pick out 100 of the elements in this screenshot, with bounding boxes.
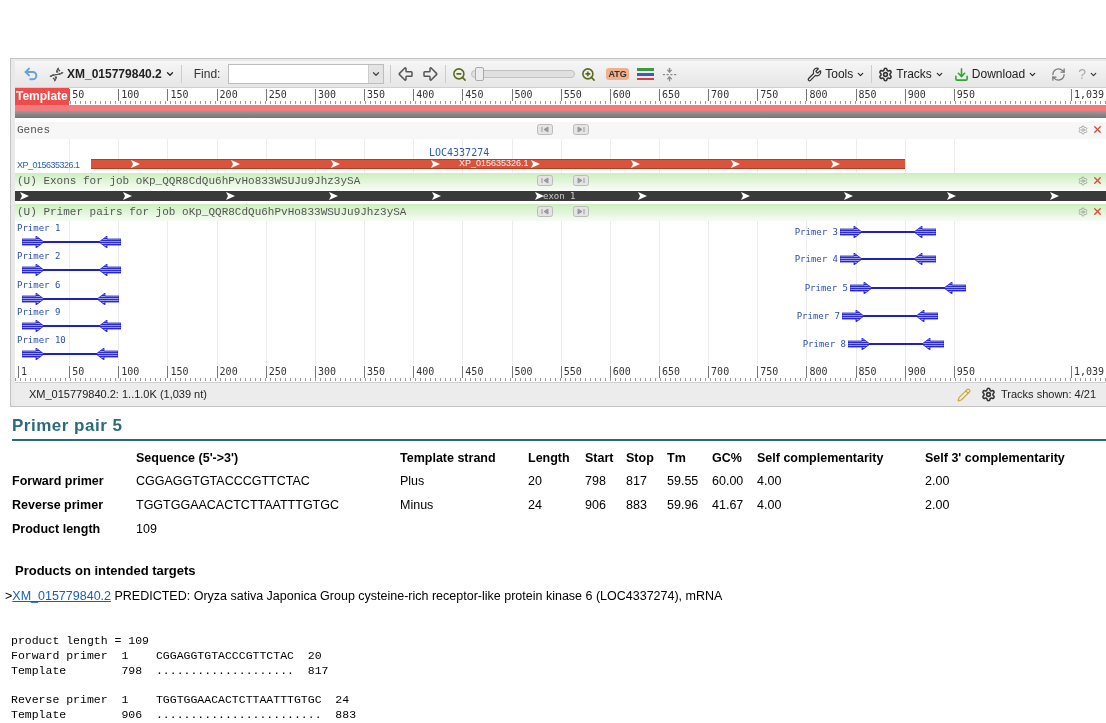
ruler-label: 750 xyxy=(757,366,779,378)
previous-feature-icon[interactable] xyxy=(537,175,553,186)
zoom-out-icon[interactable] xyxy=(452,66,468,82)
ruler-label: 200 xyxy=(216,89,238,101)
primer-pair-glyph[interactable] xyxy=(22,348,118,360)
caret-icon xyxy=(164,69,175,79)
ruler-label: 650 xyxy=(658,89,680,101)
slider-thumb[interactable] xyxy=(475,67,485,81)
table-cell: 59.96 xyxy=(667,497,699,512)
previous-feature-icon[interactable] xyxy=(537,206,553,217)
row-header: Product length xyxy=(12,521,101,536)
sequence-icon[interactable]: ATG xyxy=(606,68,629,80)
primer-pair-glyph[interactable] xyxy=(22,264,121,276)
accession-link[interactable]: XM_015779840.2 xyxy=(12,588,111,603)
primer-pair-glyph[interactable] xyxy=(22,320,121,332)
protein-label[interactable]: XP_015635326.1 xyxy=(17,159,80,173)
ruler-label: 650 xyxy=(658,366,680,378)
wrench-icon xyxy=(807,66,823,82)
ruler-label: 1,039 xyxy=(1070,89,1104,101)
ruler-label: 400 xyxy=(413,366,435,378)
find-field[interactable] xyxy=(228,64,385,84)
alignment-line: product length = 109 xyxy=(11,633,151,649)
ruler-label: 350 xyxy=(364,366,386,378)
primer-label[interactable]: Primer 5 xyxy=(804,282,848,294)
forward-arrow-icon[interactable] xyxy=(421,65,440,83)
gear-icon[interactable] xyxy=(981,387,997,402)
next-feature-icon[interactable] xyxy=(573,206,589,217)
ruler-label: 300 xyxy=(314,366,336,378)
primer-label[interactable]: Primer 4 xyxy=(794,253,838,265)
dropdown-caret-icon[interactable] xyxy=(371,69,382,79)
find-label: Find: xyxy=(193,66,221,83)
next-feature-icon[interactable] xyxy=(573,175,589,186)
column-header: GC% xyxy=(712,450,742,465)
column-header: Self 3' complementarity xyxy=(925,450,1065,465)
table-cell: 906 xyxy=(585,497,606,512)
primer-label[interactable]: Primer 6 xyxy=(17,280,119,291)
ruler-label: 500 xyxy=(511,366,533,378)
close-icon[interactable] xyxy=(1092,124,1103,135)
ruler-label: 1 xyxy=(18,366,28,378)
primer-pair-glyph[interactable] xyxy=(840,253,936,265)
primer-pair-glyph[interactable] xyxy=(840,226,936,238)
ruler-label: 1,039 xyxy=(1070,366,1104,378)
back-arrow-icon[interactable] xyxy=(397,65,416,83)
accession-menu[interactable]: XM_015779840.2 xyxy=(49,65,175,83)
primer-label[interactable]: Primer 9 xyxy=(17,307,121,318)
ruler-label: 800 xyxy=(806,89,828,101)
tracks-menu[interactable]: Tracks xyxy=(878,65,944,83)
undo-icon[interactable] xyxy=(23,66,39,82)
ruler-label: 450 xyxy=(462,366,484,378)
ruler-label: 600 xyxy=(609,89,631,101)
column-header: Length xyxy=(528,450,570,465)
download-menu[interactable]: Download xyxy=(953,65,1038,83)
ruler-label: 950 xyxy=(953,366,975,378)
close-icon[interactable] xyxy=(1092,175,1103,186)
primer-pair-glyph[interactable] xyxy=(850,282,966,294)
next-feature-icon[interactable] xyxy=(573,124,589,135)
refresh-icon[interactable] xyxy=(1051,66,1067,82)
settings-icon[interactable] xyxy=(1078,207,1088,217)
tools-menu[interactable]: Tools xyxy=(807,65,866,83)
table-cell: 2.00 xyxy=(925,497,950,512)
track-title: (U) Exons for job oKp_QQR8CdQu6hPvHo833WSUJu9Jhz3ySA xyxy=(17,175,361,188)
ruler-label: 100 xyxy=(118,89,140,101)
table-cell: Plus xyxy=(400,473,425,488)
collapse-icon[interactable] xyxy=(661,66,677,82)
ruler-label: 700 xyxy=(708,89,730,101)
ruler-label: 150 xyxy=(167,366,189,378)
primer-label[interactable]: Primer 3 xyxy=(794,226,838,238)
zoom-slider[interactable] xyxy=(471,70,576,78)
ruler-label: 350 xyxy=(364,89,386,101)
primer-label[interactable]: Primer 1 xyxy=(17,223,121,234)
primer-pair-glyph[interactable] xyxy=(22,293,119,305)
tracks-shown-text: Tracks shown: 4/21 xyxy=(1001,387,1096,403)
alignment-line: Forward primer 1 CGGAGGTGTACCCGTTCTAC 20 xyxy=(11,648,323,664)
dna-icon xyxy=(49,66,64,82)
table-cell: 2.00 xyxy=(925,473,950,488)
protein-bar[interactable]: XP_015635326.1 xyxy=(91,159,905,169)
previous-feature-icon[interactable] xyxy=(537,124,553,135)
primer-label[interactable]: Primer 10 xyxy=(17,335,118,346)
table-cell: 4.00 xyxy=(757,497,782,512)
primer-pair-glyph[interactable] xyxy=(842,310,938,322)
alignment-line: Template 906 ........................ 883 xyxy=(11,707,358,723)
ruler-label: 900 xyxy=(904,89,926,101)
primer-label[interactable]: Primer 2 xyxy=(17,251,121,262)
zoom-in-icon[interactable] xyxy=(581,66,597,82)
ruler-label: 50 xyxy=(69,366,85,378)
close-icon[interactable] xyxy=(1092,206,1103,217)
ruler-label: 900 xyxy=(904,366,926,378)
gene-label[interactable]: LOC4337274 xyxy=(429,145,490,160)
primer-label[interactable]: Primer 8 xyxy=(802,338,846,350)
ruler-label: 300 xyxy=(314,89,336,101)
table-cell: CGGAGGTGTACCCGTTCTAC xyxy=(136,473,310,488)
tracks-layout-icon[interactable] xyxy=(636,67,654,81)
ruler-label: 950 xyxy=(953,89,975,101)
ruler-label: 250 xyxy=(265,366,287,378)
primer-pair-glyph[interactable] xyxy=(848,338,944,350)
location-text: XM_015779840.2: 1..1.0K (1,039 nt) xyxy=(29,387,207,403)
primer-label[interactable]: Primer 7 xyxy=(796,310,840,322)
column-header: Self complementarity xyxy=(757,450,884,465)
primer-pair-glyph[interactable] xyxy=(22,236,121,248)
exon-bar[interactable]: exon 1 xyxy=(15,191,1106,201)
